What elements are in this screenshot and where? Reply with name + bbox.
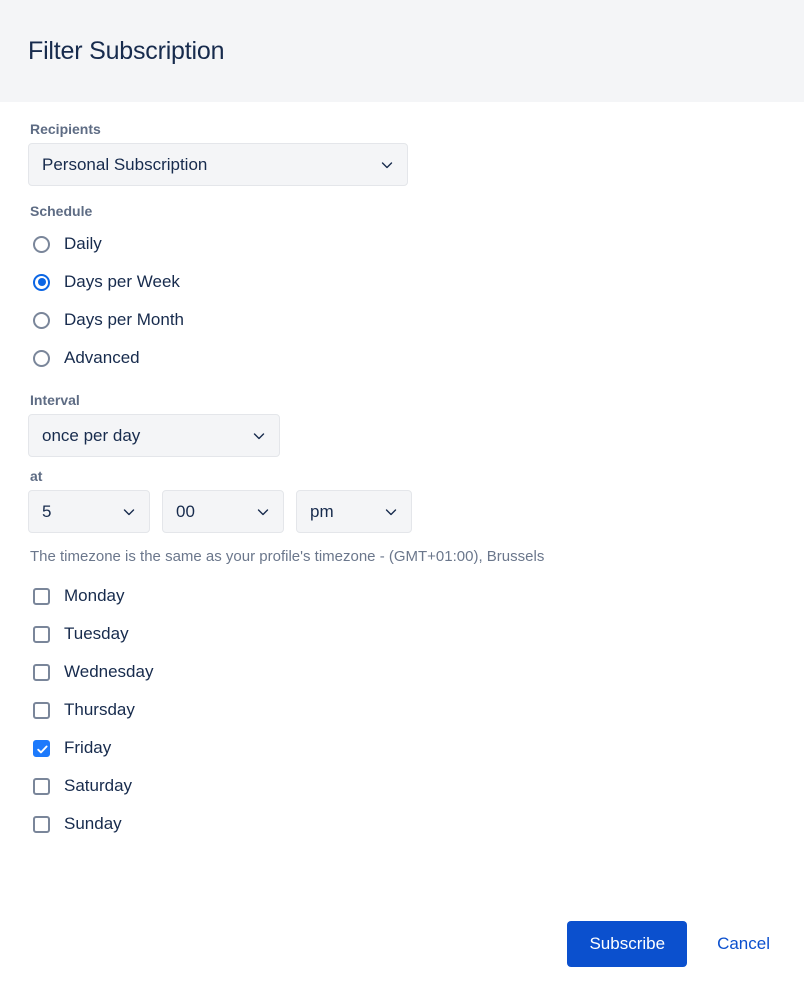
day-label: Friday xyxy=(64,738,112,757)
day-label: Thursday xyxy=(64,700,135,719)
day-label: Wednesday xyxy=(64,662,154,681)
schedule-label: Schedule xyxy=(30,203,93,219)
interval-field: Interval once per day xyxy=(28,391,776,457)
day-checkbox-thursday[interactable]: Thursday xyxy=(28,691,776,729)
schedule-option-advanced[interactable]: Advanced xyxy=(28,339,776,377)
day-checkbox-wednesday[interactable]: Wednesday xyxy=(28,653,776,691)
meridiem-select[interactable]: pm xyxy=(296,490,412,533)
hour-select-wrapper[interactable]: 5 xyxy=(28,490,150,533)
day-label: Tuesday xyxy=(64,624,129,643)
at-label: at xyxy=(30,468,43,484)
recipients-select-wrapper[interactable]: Personal Subscription xyxy=(28,143,408,186)
recipients-select[interactable]: Personal Subscription xyxy=(28,143,408,186)
checkbox-icon xyxy=(33,587,50,605)
cancel-button[interactable]: Cancel xyxy=(711,921,776,967)
dialog-footer: Subscribe Cancel xyxy=(0,907,804,999)
days-checkbox-group: Monday Tuesday Wednesday Thursday Friday… xyxy=(28,577,776,843)
timezone-note: The timezone is the same as your profile… xyxy=(30,548,545,565)
recipients-label: Recipients xyxy=(30,121,101,137)
hour-select[interactable]: 5 xyxy=(28,490,150,533)
day-checkbox-sunday[interactable]: Sunday xyxy=(28,805,776,843)
schedule-option-label: Daily xyxy=(64,234,102,253)
schedule-field: Schedule Daily Days per Week Days per Mo… xyxy=(28,202,776,377)
time-row: 5 00 pm xyxy=(28,490,776,533)
checkbox-icon xyxy=(33,777,50,795)
day-label: Monday xyxy=(64,586,125,605)
day-checkbox-saturday[interactable]: Saturday xyxy=(28,767,776,805)
interval-select-wrapper[interactable]: once per day xyxy=(28,414,280,457)
schedule-option-days-per-week[interactable]: Days per Week xyxy=(28,263,776,301)
filter-subscription-dialog: Filter Subscription Recipients Personal … xyxy=(0,0,804,999)
schedule-option-daily[interactable]: Daily xyxy=(28,225,776,263)
radio-icon xyxy=(33,349,50,367)
schedule-option-label: Days per Month xyxy=(64,310,184,329)
interval-select[interactable]: once per day xyxy=(28,414,280,457)
dialog-header: Filter Subscription xyxy=(0,0,804,102)
checkbox-icon xyxy=(33,625,50,643)
radio-icon xyxy=(33,311,50,329)
checkbox-icon xyxy=(33,701,50,719)
radio-selected-icon xyxy=(33,273,50,291)
checkbox-icon xyxy=(33,815,50,833)
page-title: Filter Subscription xyxy=(28,37,225,65)
day-checkbox-tuesday[interactable]: Tuesday xyxy=(28,615,776,653)
schedule-option-days-per-month[interactable]: Days per Month xyxy=(28,301,776,339)
schedule-radio-group: Daily Days per Week Days per Month Advan… xyxy=(28,225,776,377)
dialog-body: Recipients Personal Subscription Schedul… xyxy=(0,102,804,907)
checkbox-checked-icon xyxy=(33,739,50,757)
interval-label: Interval xyxy=(30,392,80,408)
day-label: Saturday xyxy=(64,776,133,795)
radio-icon xyxy=(33,235,50,253)
day-checkbox-monday[interactable]: Monday xyxy=(28,577,776,615)
schedule-option-label: Advanced xyxy=(64,348,140,367)
minute-select-wrapper[interactable]: 00 xyxy=(162,490,284,533)
day-checkbox-friday[interactable]: Friday xyxy=(28,729,776,767)
recipients-field: Recipients Personal Subscription xyxy=(28,120,776,186)
meridiem-select-wrapper[interactable]: pm xyxy=(296,490,412,533)
subscribe-button[interactable]: Subscribe xyxy=(567,921,688,967)
minute-select[interactable]: 00 xyxy=(162,490,284,533)
day-label: Sunday xyxy=(64,814,122,833)
schedule-option-label: Days per Week xyxy=(64,272,180,291)
checkbox-icon xyxy=(33,663,50,681)
